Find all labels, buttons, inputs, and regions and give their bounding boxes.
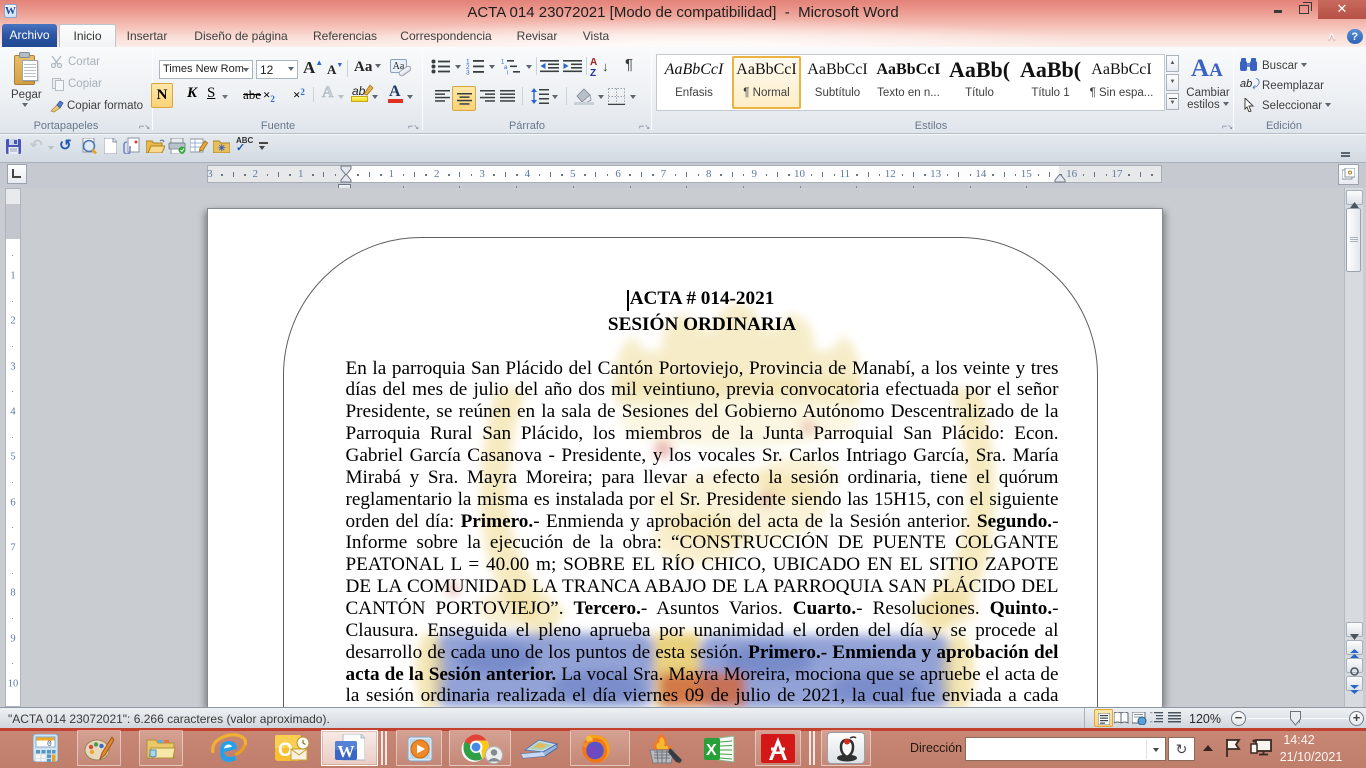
svg-text:0: 0 xyxy=(47,740,52,749)
svg-text:W: W xyxy=(338,742,355,761)
svg-text:X: X xyxy=(706,742,717,759)
svg-text:✳: ✳ xyxy=(218,143,226,153)
svg-text:3: 3 xyxy=(466,70,470,76)
svg-text:i: i xyxy=(507,71,508,76)
